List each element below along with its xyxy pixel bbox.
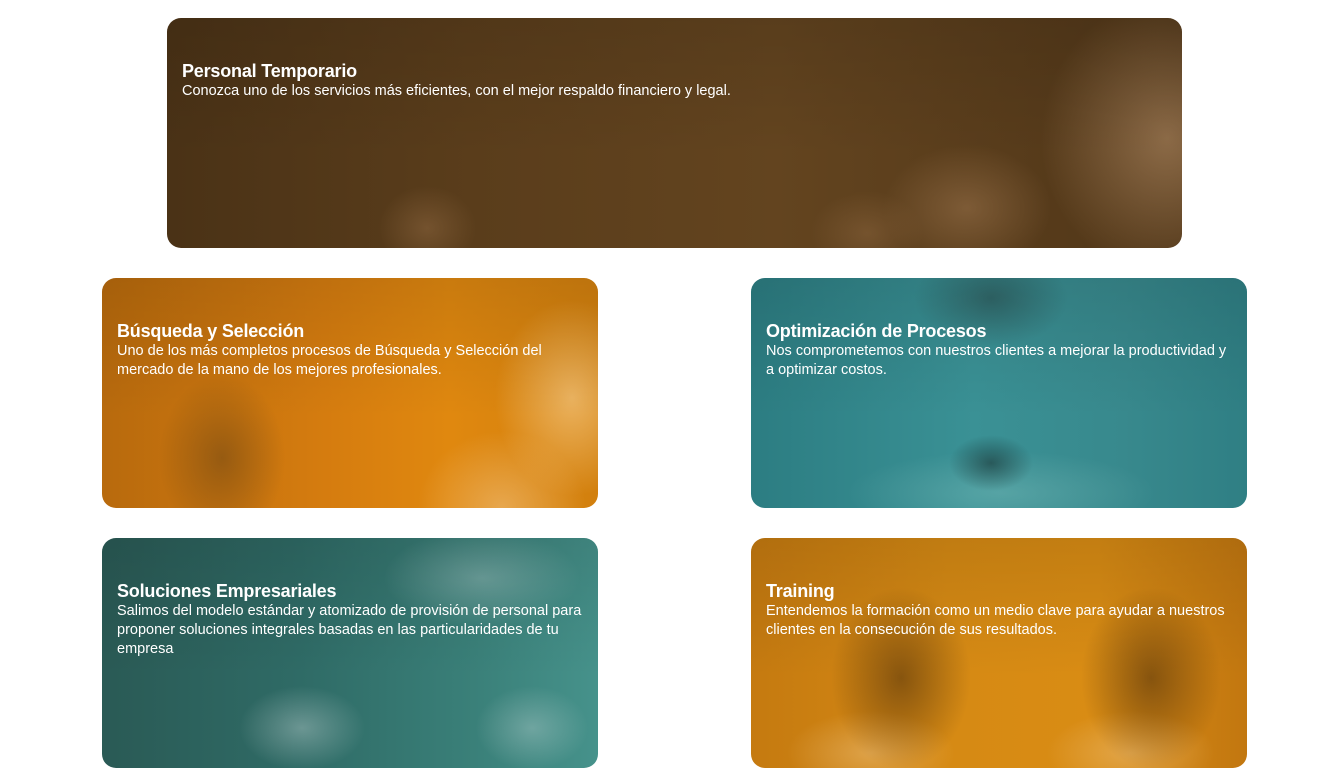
card-overlay: [751, 538, 1247, 768]
card-title: Training: [766, 581, 835, 601]
service-card-soluciones-empresariales[interactable]: Soluciones Empresariales Salimos del mod…: [102, 538, 598, 768]
card-content: Training Entendemos la formación como un…: [766, 580, 1235, 640]
card-overlay: [167, 18, 1182, 248]
card-title: Soluciones Empresariales: [117, 581, 337, 601]
card-overlay: [751, 278, 1247, 508]
service-card-training[interactable]: Training Entendemos la formación como un…: [751, 538, 1247, 768]
card-title: Búsqueda y Selección: [117, 321, 305, 341]
services-grid: Personal Temporario Conozca uno de los s…: [0, 0, 1344, 783]
card-description: Salimos del modelo estándar y atomizado …: [117, 603, 582, 657]
card-content: Optimización de Procesos Nos comprometem…: [766, 320, 1235, 380]
service-card-busqueda-seleccion[interactable]: Búsqueda y Selección Uno de los más comp…: [102, 278, 598, 508]
card-title: Optimización de Procesos: [766, 321, 987, 341]
card-description: Uno de los más completos procesos de Bús…: [117, 343, 542, 378]
service-card-personal-temporario[interactable]: Personal Temporario Conozca uno de los s…: [167, 18, 1182, 248]
card-content: Soluciones Empresariales Salimos del mod…: [117, 580, 586, 659]
service-card-optimizacion-procesos[interactable]: Optimización de Procesos Nos comprometem…: [751, 278, 1247, 508]
card-content: Personal Temporario Conozca uno de los s…: [182, 60, 1170, 101]
card-description: Nos comprometemos con nuestros clientes …: [766, 343, 1227, 378]
card-title: Personal Temporario: [182, 61, 357, 81]
card-description: Conozca uno de los servicios más eficien…: [182, 83, 731, 99]
card-overlay: [102, 278, 598, 508]
card-content: Búsqueda y Selección Uno de los más comp…: [117, 320, 586, 380]
card-description: Entendemos la formación como un medio cl…: [766, 603, 1225, 638]
